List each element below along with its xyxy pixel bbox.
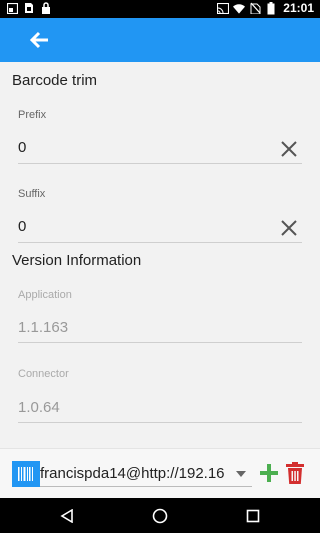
navigation-bar <box>0 498 320 533</box>
application-underline <box>18 342 302 343</box>
nav-home-button[interactable] <box>150 506 170 526</box>
cast-icon <box>217 2 230 14</box>
no-sim-icon <box>249 2 261 14</box>
close-icon <box>281 220 297 236</box>
sim-icon <box>23 2 35 14</box>
suffix-underline <box>18 242 302 243</box>
connector-version: 1.0.64 <box>18 399 60 416</box>
prefix-underline <box>18 163 302 164</box>
status-bar: 21:01 <box>0 0 320 18</box>
nav-back-button[interactable] <box>57 506 77 526</box>
arrow-left-icon <box>30 31 48 49</box>
screen-share-icon <box>6 2 18 14</box>
suffix-label: Suffix <box>18 188 46 200</box>
app-bar <box>0 18 320 62</box>
suffix-input[interactable]: 0 <box>18 218 268 235</box>
barcode-icon <box>12 461 40 487</box>
back-triangle-icon <box>60 509 73 523</box>
application-label: Application <box>18 289 72 301</box>
chevron-down-icon <box>236 471 246 477</box>
battery-icon <box>265 1 277 14</box>
application-version: 1.1.163 <box>18 319 69 336</box>
recents-square-icon <box>246 509 260 523</box>
connector-label: Connector <box>18 368 69 380</box>
connection-bar: francispda14@http://192.16 <box>0 448 320 498</box>
plus-icon <box>260 464 278 482</box>
nav-recents-button[interactable] <box>243 506 263 526</box>
settings-content[interactable]: Barcode trim Prefix 0 Suffix 0 Version I… <box>0 62 320 448</box>
lock-icon <box>40 2 52 14</box>
back-button[interactable] <box>26 28 54 52</box>
close-icon <box>281 141 297 157</box>
connection-select[interactable]: francispda14@http://192.16 <box>40 461 252 487</box>
connection-value: francispda14@http://192.16 <box>40 465 225 482</box>
add-connection-button[interactable] <box>258 462 280 484</box>
delete-connection-button[interactable] <box>285 462 305 484</box>
prefix-label: Prefix <box>18 109 47 121</box>
connector-underline <box>18 422 302 423</box>
trash-icon <box>286 462 304 484</box>
prefix-input[interactable]: 0 <box>18 139 268 156</box>
version-info-title: Version Information <box>12 252 142 269</box>
prefix-clear-button[interactable] <box>278 138 300 160</box>
home-circle-icon <box>152 508 168 524</box>
wifi-icon <box>233 2 246 14</box>
status-time: 21:01 <box>283 1 314 15</box>
barcode-trim-title: Barcode trim <box>12 72 98 89</box>
suffix-clear-button[interactable] <box>278 217 300 239</box>
